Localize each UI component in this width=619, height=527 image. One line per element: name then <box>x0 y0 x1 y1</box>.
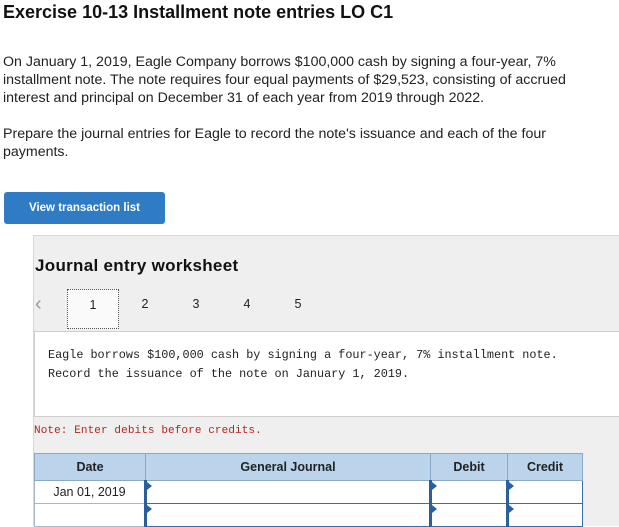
general-journal-select[interactable] <box>144 503 431 527</box>
general-journal-select[interactable] <box>144 480 431 504</box>
problem-paragraph-2: Prepare the journal entries for Eagle to… <box>3 126 546 160</box>
description-line-2: Record the issuance of the note on Janua… <box>48 367 410 381</box>
chevron-left-icon[interactable]: ‹ <box>35 294 49 314</box>
entry-marker-icon <box>147 482 152 490</box>
entry-marker-icon <box>509 505 514 513</box>
table-row: Jan 01, 2019 <box>34 480 583 504</box>
entry-marker-icon <box>509 482 514 490</box>
problem-paragraph-1: On January 1, 2019, Eagle Company borrow… <box>3 54 566 106</box>
column-header-general-journal: General Journal <box>145 453 431 481</box>
credit-input[interactable] <box>506 503 583 527</box>
credit-input[interactable] <box>506 480 583 504</box>
page-tab-4[interactable]: 4 <box>235 292 259 316</box>
column-header-debit: Debit <box>430 453 508 481</box>
entry-marker-icon <box>147 505 152 513</box>
entry-marker-icon <box>432 482 437 490</box>
row-date: Jan 01, 2019 <box>34 480 146 504</box>
description-line-1: Eagle borrows $100,000 cash by signing a… <box>48 348 558 362</box>
table-row <box>34 503 583 527</box>
debit-input[interactable] <box>429 503 508 527</box>
column-header-credit: Credit <box>507 453 583 481</box>
page-tab-3[interactable]: 3 <box>184 292 208 316</box>
view-transaction-list-button[interactable]: View transaction list <box>4 192 165 224</box>
debit-input[interactable] <box>429 480 508 504</box>
page-tab-2[interactable]: 2 <box>133 292 157 316</box>
entry-marker-icon <box>432 505 437 513</box>
exercise-title: Exercise 10-13 Installment note entries … <box>3 2 394 22</box>
page-tab-5[interactable]: 5 <box>286 292 310 316</box>
debits-note: Note: Enter debits before credits. <box>34 425 262 437</box>
column-header-date: Date <box>34 453 146 481</box>
journal-table: Date General Journal Debit Credit Jan 01… <box>34 453 583 527</box>
worksheet-title: Journal entry worksheet <box>35 256 239 275</box>
row-date <box>34 503 146 527</box>
transaction-description: Eagle borrows $100,000 cash by signing a… <box>48 346 608 384</box>
page-tab-1[interactable]: 1 <box>67 289 119 329</box>
